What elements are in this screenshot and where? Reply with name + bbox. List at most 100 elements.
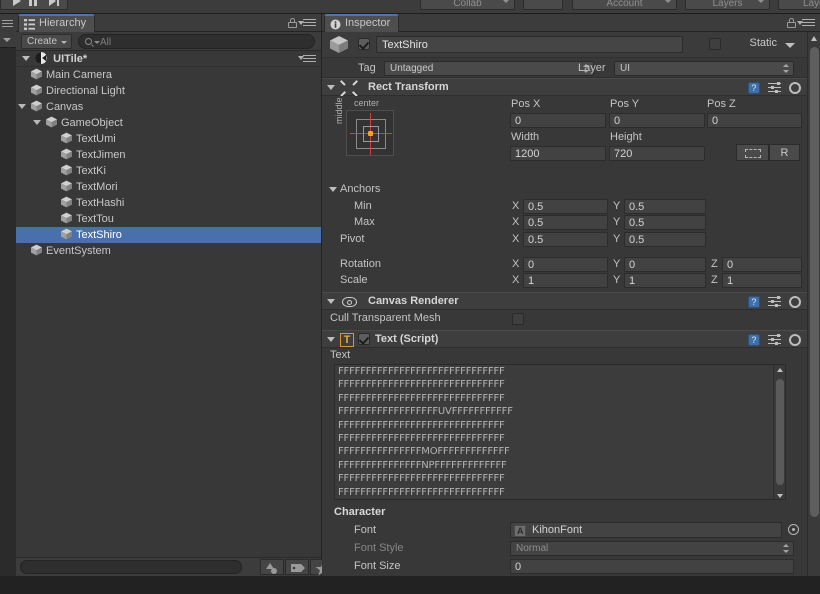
layers-dropdown[interactable]: Layers	[685, 0, 770, 10]
raw-edit-toggle[interactable]: R	[769, 144, 800, 161]
hierarchy-item-directional light[interactable]: Directional Light	[16, 83, 321, 99]
anchor-max-y-input[interactable]: 0.5	[624, 215, 706, 230]
pos-z-input[interactable]: 0	[707, 113, 802, 128]
gameobject-header: TextShiro Static	[322, 32, 807, 58]
tab-inspector[interactable]: Inspector	[324, 14, 400, 32]
hierarchy-item-texttou[interactable]: TextTou	[16, 211, 321, 227]
create-button[interactable]: Create	[21, 34, 73, 49]
tag-dropdown[interactable]: Untagged	[384, 61, 594, 76]
expand-arrow-icon[interactable]	[33, 120, 41, 125]
scene-view-menu-icon[interactable]	[2, 20, 13, 27]
scrollbar-thumb[interactable]	[776, 379, 784, 485]
play-icon[interactable]	[13, 0, 21, 6]
gear-icon[interactable]	[789, 334, 801, 346]
preset-icon[interactable]	[767, 334, 781, 346]
hierarchy-search-input[interactable]: All	[78, 34, 315, 49]
height-input[interactable]: 720	[609, 146, 705, 161]
filter-type-icon[interactable]	[260, 559, 284, 575]
gear-icon[interactable]	[789, 296, 801, 308]
hierarchy-item-textshiro[interactable]: TextShiro	[16, 227, 321, 243]
expand-arrow-icon[interactable]	[18, 104, 26, 109]
pivot-x-input[interactable]: 0.5	[523, 232, 608, 247]
cull-transparent-mesh-checkbox[interactable]	[512, 313, 524, 325]
blueprint-mode-toggle[interactable]	[736, 144, 769, 161]
hierarchy-item-textjimen[interactable]: TextJimen	[16, 147, 321, 163]
text-component-enabled-checkbox[interactable]	[358, 333, 370, 345]
expand-arrow-icon[interactable]	[22, 56, 30, 62]
inspector-options-icon[interactable]	[797, 19, 815, 28]
width-input[interactable]: 1200	[510, 146, 606, 161]
pivot-y-input[interactable]: 0.5	[624, 232, 706, 247]
rotation-z-input[interactable]: 0	[722, 257, 802, 272]
scale-x-input[interactable]: 1	[523, 273, 608, 288]
hierarchy-item-canvas[interactable]: Canvas	[16, 99, 321, 115]
hierarchy-item-textumi[interactable]: TextUmi	[16, 131, 321, 147]
hierarchy-item-gameobject[interactable]: GameObject	[16, 115, 321, 131]
tag-icon	[291, 564, 305, 572]
scene-options-icon[interactable]	[298, 55, 316, 63]
scroll-up-icon[interactable]	[811, 36, 817, 41]
font-picker-icon[interactable]	[788, 524, 799, 535]
gear-icon[interactable]	[789, 82, 801, 94]
anchor-preset-widget[interactable]	[346, 110, 394, 156]
text-script-header[interactable]: T Text (Script) ?	[322, 330, 807, 348]
scene-view-dropdown-icon[interactable]	[3, 38, 11, 42]
rect-transform-header[interactable]: Rect Transform ?	[322, 78, 807, 97]
rotation-x-input[interactable]: 0	[523, 257, 608, 272]
rotation-y-input[interactable]: 0	[624, 257, 706, 272]
account-button[interactable]: Account	[572, 0, 677, 10]
collapse-arrow-icon[interactable]	[327, 299, 335, 304]
inspector-lock-icon[interactable]	[787, 18, 796, 28]
anchor-min-y-input[interactable]: 0.5	[624, 199, 706, 214]
preset-icon[interactable]	[767, 296, 781, 308]
collapse-arrow-icon[interactable]	[327, 85, 335, 90]
help-icon[interactable]: ?	[747, 334, 760, 346]
collab-button[interactable]: Collab	[420, 0, 515, 10]
gameobject-name-input[interactable]: TextShiro	[376, 36, 683, 53]
scroll-down-icon[interactable]	[777, 494, 783, 498]
project-browser-footer	[16, 557, 334, 576]
collapse-arrow-icon[interactable]	[327, 337, 335, 342]
pause-icon[interactable]	[29, 0, 32, 6]
scene-root-row[interactable]: UITile*	[16, 51, 321, 67]
gameobject-enabled-checkbox[interactable]	[358, 38, 370, 50]
preset-icon[interactable]	[767, 82, 781, 94]
hierarchy-item-texthashi[interactable]: TextHashi	[16, 195, 321, 211]
help-icon[interactable]: ?	[747, 296, 760, 308]
inspector-scrollbar[interactable]	[807, 32, 820, 594]
pos-y-input[interactable]: 0	[609, 113, 705, 128]
project-search-input[interactable]	[20, 560, 242, 574]
layer-dropdown[interactable]: UI	[614, 61, 794, 76]
scale-z-input[interactable]: 1	[722, 273, 802, 288]
canvas-renderer-header[interactable]: Canvas Renderer ?	[322, 292, 807, 310]
layout-dropdown[interactable]: Layout	[778, 0, 820, 10]
lock-icon[interactable]	[288, 18, 297, 28]
step-icon[interactable]	[49, 0, 56, 6]
anchor-preset-vertical-label: middle	[334, 97, 344, 124]
static-checkbox[interactable]	[709, 38, 721, 50]
hierarchy-item-eventsystem[interactable]: EventSystem	[16, 243, 321, 259]
scrollbar-thumb[interactable]	[810, 47, 819, 517]
hierarchy-item-main camera[interactable]: Main Camera	[16, 67, 321, 83]
hierarchy-item-textki[interactable]: TextKi	[16, 163, 321, 179]
anchor-min-x-input[interactable]: 0.5	[523, 199, 608, 214]
hierarchy-item-textmori[interactable]: TextMori	[16, 179, 321, 195]
hierarchy-options-icon[interactable]	[298, 19, 316, 28]
pos-x-input[interactable]: 0	[510, 113, 606, 128]
text-content-textarea[interactable]: FFFFFFFFFFFFFFFFFFFFFFFFFFFFFF FFFFFFFFFF…	[334, 364, 786, 500]
font-size-input[interactable]: 0	[510, 559, 794, 574]
cloud-button[interactable]	[523, 0, 563, 10]
scroll-up-icon[interactable]	[777, 368, 783, 372]
anchors-expand-icon[interactable]	[329, 187, 337, 192]
anchor-max-x-input[interactable]: 0.5	[523, 215, 608, 230]
textarea-scrollbar[interactable]	[773, 365, 785, 499]
play-controls[interactable]	[0, 0, 68, 10]
filter-label-icon[interactable]	[285, 559, 309, 575]
font-style-dropdown[interactable]: Normal	[510, 541, 794, 556]
font-object-field[interactable]: KihonFont	[510, 522, 782, 539]
static-dropdown-icon[interactable]	[785, 43, 795, 48]
help-icon[interactable]: ?	[747, 82, 760, 94]
tab-hierarchy[interactable]: Hierarchy	[18, 14, 96, 32]
hierarchy-tree[interactable]: UITile* Main Camera Directional Light Canv…	[16, 51, 321, 557]
scale-y-input[interactable]: 1	[624, 273, 706, 288]
